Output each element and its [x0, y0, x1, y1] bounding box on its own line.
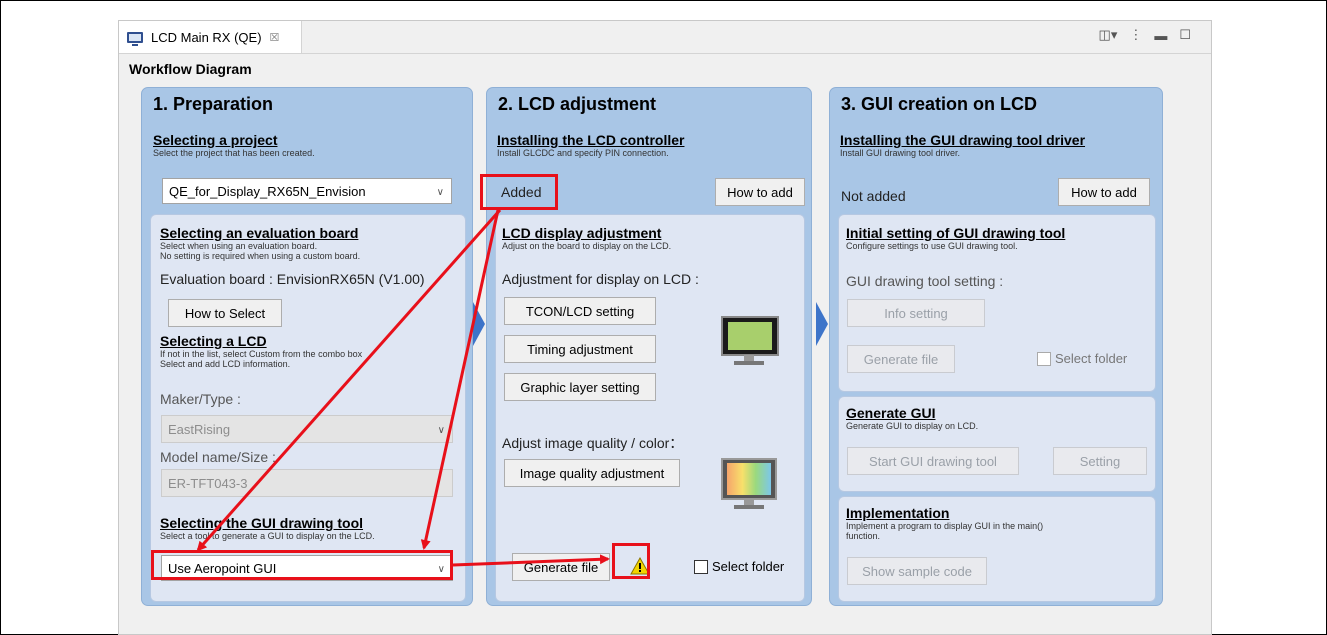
column-heading: 1. Preparation: [153, 94, 274, 114]
section-desc: Select and add LCD information.: [160, 359, 291, 369]
section-generate-gui: Generate GUI Generate GUI to display on …: [846, 405, 978, 431]
added-highlight-box: [480, 174, 558, 210]
section-board: Selecting an evaluation board Select whe…: [160, 225, 360, 261]
section-title: Selecting an evaluation board: [160, 225, 359, 241]
section-title: LCD display adjustment: [502, 225, 662, 241]
column-gui-creation: 3. GUI creation on LCD Installing the GU…: [829, 87, 1163, 606]
monitor-icon: [127, 31, 143, 46]
view-toolbar: ◫▾ ⋮ ▬ ☐: [1099, 27, 1191, 43]
column-heading: 2. LCD adjustment: [498, 94, 657, 114]
section-title: Implementation: [846, 505, 950, 521]
maximize-icon[interactable]: ☐: [1179, 27, 1191, 43]
warning-highlight-box: [612, 543, 650, 579]
section-title: Installing the LCD controller: [497, 132, 685, 148]
checkbox-label: Select folder: [1055, 351, 1128, 366]
quality-label: Adjust image quality / color：: [502, 435, 684, 451]
minimize-icon[interactable]: ▬: [1154, 28, 1167, 43]
setting-button[interactable]: Setting: [1053, 447, 1147, 475]
section-controller: Installing the LCD controller Install GL…: [497, 132, 684, 158]
tcon-lcd-setting-button[interactable]: TCON/LCD setting: [504, 297, 656, 325]
inner-panel-display: LCD display adjustment Adjust on the boa…: [495, 214, 805, 602]
inner-panel-implementation: Implementation Implement a program to di…: [838, 496, 1156, 602]
checkbox-box[interactable]: [694, 559, 708, 574]
lcd-monitor-icon: [721, 316, 779, 365]
adjust-label: Adjustment for display on LCD :: [502, 271, 699, 287]
workflow-title: Workflow Diagram: [129, 61, 252, 77]
model-field-value: ER-TFT043-3: [168, 475, 248, 491]
info-setting-button[interactable]: Info setting: [847, 299, 985, 327]
inner-panel-board: Selecting an evaluation board Select whe…: [150, 214, 466, 602]
section-display: LCD display adjustment Adjust on the boa…: [502, 225, 671, 251]
maker-combo[interactable]: EastRising ∨: [161, 415, 453, 443]
color-monitor-icon: [721, 458, 777, 509]
step-arrow-icon: [816, 302, 828, 346]
section-title: Initial setting of GUI drawing tool: [846, 225, 1066, 241]
generate-file-button[interactable]: Generate file: [847, 345, 955, 373]
section-desc: Implement a program to display GUI in th…: [846, 521, 1044, 531]
more-options-icon[interactable]: ⋮: [1129, 27, 1142, 43]
start-gui-tool-button[interactable]: Start GUI drawing tool: [847, 447, 1019, 475]
tab-title: LCD Main RX (QE): [151, 29, 262, 45]
how-to-add-button[interactable]: How to add: [715, 178, 805, 206]
section-gui-tool: Selecting the GUI drawing tool Select a …: [160, 515, 375, 541]
section-desc: Install GUI drawing tool driver.: [840, 148, 961, 158]
timing-adjustment-button[interactable]: Timing adjustment: [504, 335, 656, 363]
how-to-add-button[interactable]: How to add: [1058, 178, 1150, 206]
section-desc: No setting is required when using a cust…: [160, 251, 361, 261]
section-desc: Select when using an evaluation board.: [160, 241, 318, 251]
close-icon[interactable]: ☒: [270, 31, 280, 44]
section-desc: Configure settings to use GUI drawing to…: [846, 241, 1018, 251]
section-lcd: Selecting a LCD If not in the list, sele…: [160, 333, 362, 369]
project-combo[interactable]: QE_for_Display_RX65N_Envision ∨: [162, 178, 452, 204]
show-sample-code-button[interactable]: Show sample code: [847, 557, 987, 585]
checkbox-label: Select folder: [712, 559, 785, 574]
section-title: Selecting the GUI drawing tool: [160, 515, 364, 531]
checkbox-box[interactable]: [1037, 351, 1051, 366]
gui-tool-highlight-box: [151, 550, 453, 580]
section-project: Selecting a project Select the project t…: [153, 132, 315, 158]
column-preparation: 1. Preparation Selecting a project Selec…: [141, 87, 473, 606]
step-arrow-icon: [473, 302, 485, 346]
image-quality-button[interactable]: Image quality adjustment: [504, 459, 680, 487]
inner-panel-initial: Initial setting of GUI drawing tool Conf…: [838, 214, 1156, 392]
maker-combo-value: EastRising: [168, 421, 231, 437]
chevron-down-icon: ∨: [436, 187, 444, 198]
lcd-main-view: LCD Main RX (QE) ☒ ◫▾ ⋮ ▬ ☐ Workflow Dia…: [118, 20, 1212, 635]
tab-bar: LCD Main RX (QE) ☒ ◫▾ ⋮ ▬ ☐: [119, 21, 1211, 54]
chevron-down-icon: ∨: [437, 425, 445, 436]
section-title: Selecting a LCD: [160, 333, 267, 349]
graphic-layer-setting-button[interactable]: Graphic layer setting: [504, 373, 656, 401]
section-title: Generate GUI: [846, 405, 936, 421]
section-title: Selecting a project: [153, 132, 278, 148]
board-label: Evaluation board : EnvisionRX65N (V1.00): [160, 271, 425, 287]
section-implementation: Implementation Implement a program to di…: [846, 505, 1043, 541]
tab-lcd-main[interactable]: LCD Main RX (QE) ☒: [119, 21, 302, 53]
how-to-select-button[interactable]: How to Select: [168, 299, 282, 327]
section-driver: Installing the GUI drawing tool driver I…: [840, 132, 1085, 158]
section-title: Installing the GUI drawing tool driver: [840, 132, 1086, 148]
maker-label: Maker/Type :: [160, 391, 241, 407]
select-folder-checkbox[interactable]: Select folder: [694, 559, 784, 574]
project-combo-value: QE_for_Display_RX65N_Envision: [169, 183, 366, 199]
driver-status: Not added: [841, 188, 906, 204]
section-desc: Adjust on the board to display on the LC…: [502, 241, 672, 251]
model-field[interactable]: ER-TFT043-3: [161, 469, 453, 497]
section-desc: function.: [846, 531, 881, 541]
section-desc: If not in the list, select Custom from t…: [160, 349, 363, 359]
section-initial: Initial setting of GUI drawing tool Conf…: [846, 225, 1065, 251]
generate-file-button[interactable]: Generate file: [512, 553, 610, 581]
gui-setting-label: GUI drawing tool setting :: [846, 273, 1004, 289]
inner-panel-generate-gui: Generate GUI Generate GUI to display on …: [838, 396, 1156, 492]
column-lcd-adjustment: 2. LCD adjustment Installing the LCD con…: [486, 87, 812, 606]
section-desc: Select the project that has been created…: [153, 148, 315, 158]
section-desc: Install GLCDC and specify PIN connection…: [497, 148, 669, 158]
select-folder-checkbox[interactable]: Select folder: [1037, 351, 1127, 366]
view-menu-icon[interactable]: ◫▾: [1099, 27, 1118, 43]
column-heading: 3. GUI creation on LCD: [841, 94, 1038, 114]
section-desc: Select a tool to generate a GUI to displ…: [160, 531, 375, 541]
section-desc: Generate GUI to display on LCD.: [846, 421, 979, 431]
model-label: Model name/Size :: [160, 449, 276, 465]
